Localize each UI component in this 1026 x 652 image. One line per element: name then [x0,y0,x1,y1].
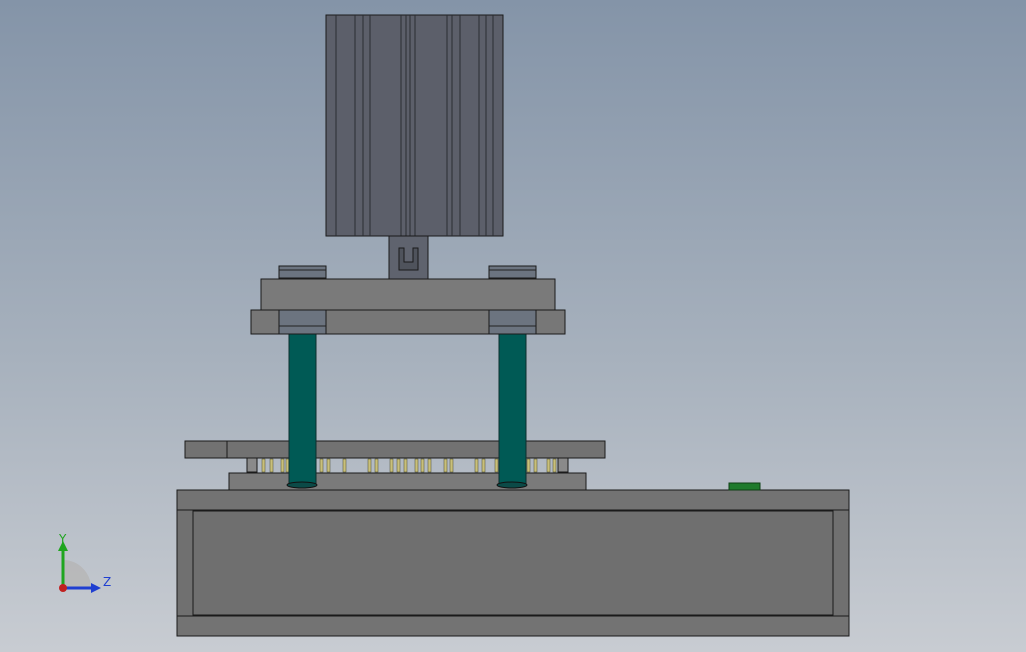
axis-y-label: Y [59,532,67,546]
axis-triad [58,541,101,593]
axis-z-label: Z [103,575,112,589]
cad-viewport[interactable]: Y Z [0,0,1026,652]
axis-x-dot [59,584,67,592]
axis-z-arrowhead [91,583,101,593]
triad-arc [63,560,91,588]
